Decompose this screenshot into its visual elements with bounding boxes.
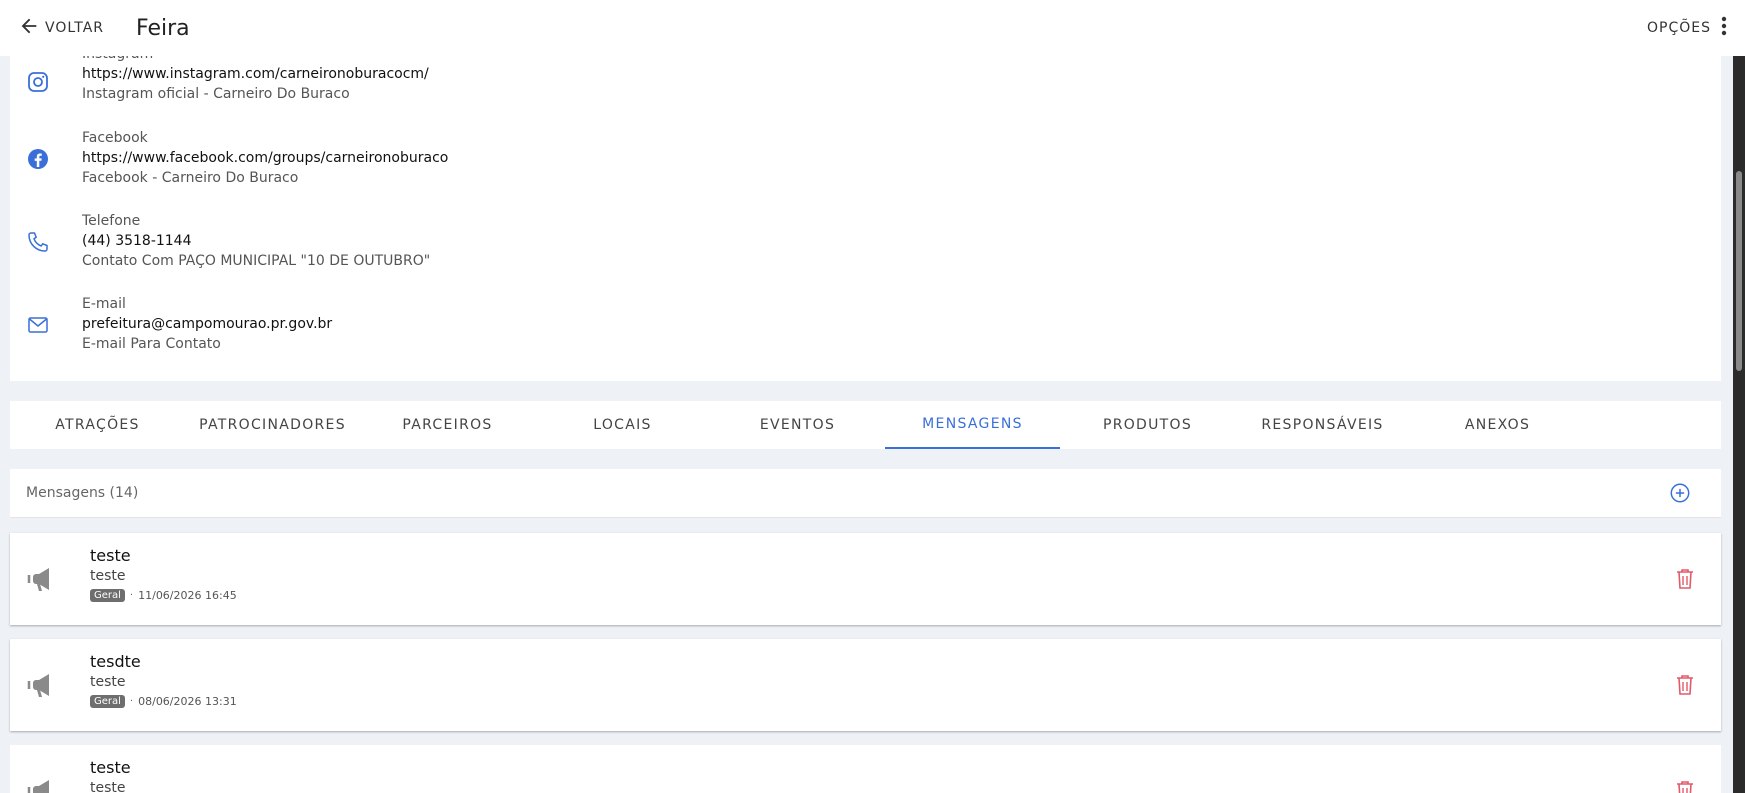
back-button[interactable]: VOLTAR: [18, 15, 104, 41]
message-body: teste: [90, 568, 126, 584]
contact-description: Instagram oficial - Carneiro Do Buraco: [82, 86, 350, 102]
scrollbar-thumb[interactable]: [1736, 171, 1742, 371]
contact-value[interactable]: prefeitura@campomourao.pr.gov.br: [82, 316, 332, 332]
mail-icon: [26, 313, 50, 337]
tab-mensagens[interactable]: MENSAGENS: [885, 401, 1060, 449]
message-body: teste: [90, 674, 126, 690]
messages-title: Mensagens (14): [26, 485, 139, 501]
arrow-left-icon: [18, 15, 40, 41]
tab-locais[interactable]: LOCAIS: [535, 401, 710, 449]
options-label: OPÇÕES: [1647, 20, 1711, 36]
contact-value[interactable]: (44) 3518-1144: [82, 233, 192, 249]
instagram-icon: [26, 70, 50, 94]
tab-responsaveis[interactable]: RESPONSÁVEIS: [1235, 401, 1410, 449]
message-meta: Geral · 11/06/2026 16:45: [90, 589, 237, 602]
scrollbar[interactable]: [1733, 56, 1745, 793]
contact-description: Contato Com PAÇO MUNICIPAL "10 DE OUTUBR…: [82, 253, 431, 269]
contact-label: E-mail: [82, 296, 126, 312]
page-title: Feira: [136, 15, 190, 41]
tab-bar: ATRAÇÕES PATROCINADORES PARCEIROS LOCAIS…: [10, 401, 1721, 449]
more-vertical-icon: [1721, 16, 1727, 40]
megaphone-icon: [26, 669, 58, 701]
message-item[interactable]: tesdte teste Geral · 08/06/2026 13:31: [10, 639, 1721, 731]
trash-icon[interactable]: [1674, 567, 1696, 591]
message-title: teste: [90, 546, 131, 565]
phone-icon: [26, 230, 50, 254]
contact-description: E-mail Para Contato: [82, 336, 221, 352]
category-badge: Geral: [90, 589, 125, 602]
separator-dot: ·: [129, 590, 134, 601]
contact-value[interactable]: https://www.facebook.com/groups/carneiro…: [82, 150, 448, 166]
tab-produtos[interactable]: PRODUTOS: [1060, 401, 1235, 449]
contact-value[interactable]: https://www.instagram.com/carneironobura…: [82, 66, 429, 82]
tab-eventos[interactable]: EVENTOS: [710, 401, 885, 449]
trash-icon[interactable]: [1674, 673, 1696, 697]
message-date: 11/06/2026 16:45: [138, 589, 237, 602]
message-title: tesdte: [90, 652, 141, 671]
trash-icon[interactable]: [1674, 779, 1696, 793]
contact-card: Instagram https://www.instagram.com/carn…: [10, 46, 1721, 381]
separator-dot: ·: [129, 696, 134, 707]
message-title: teste: [90, 758, 131, 777]
tab-anexos[interactable]: ANEXOS: [1410, 401, 1585, 449]
message-item[interactable]: teste teste: [10, 745, 1721, 793]
contact-label: Facebook: [82, 130, 148, 146]
message-meta: Geral · 08/06/2026 13:31: [90, 695, 237, 708]
message-date: 08/06/2026 13:31: [138, 695, 237, 708]
messages-header: Mensagens (14): [10, 469, 1721, 518]
contact-item-email: E-mail prefeitura@campomourao.pr.gov.br …: [10, 296, 1721, 366]
tab-parceiros[interactable]: PARCEIROS: [360, 401, 535, 449]
tab-patrocinadores[interactable]: PATROCINADORES: [185, 401, 360, 449]
message-body: teste: [90, 780, 126, 793]
tab-atracoes[interactable]: ATRAÇÕES: [10, 401, 185, 449]
add-circle-icon[interactable]: [1669, 482, 1691, 504]
contact-item-facebook: Facebook https://www.facebook.com/groups…: [10, 130, 1721, 200]
contact-item-instagram: Instagram https://www.instagram.com/carn…: [10, 46, 1721, 116]
megaphone-icon: [26, 775, 58, 793]
contact-description: Facebook - Carneiro Do Buraco: [82, 170, 299, 186]
facebook-icon: [26, 147, 50, 171]
contact-item-phone: Telefone (44) 3518-1144 Contato Com PAÇO…: [10, 213, 1721, 283]
back-label: VOLTAR: [45, 20, 104, 36]
top-app-bar: VOLTAR Feira OPÇÕES: [0, 0, 1745, 56]
contact-label: Telefone: [82, 213, 141, 229]
message-item[interactable]: teste teste Geral · 11/06/2026 16:45: [10, 533, 1721, 625]
options-button[interactable]: OPÇÕES: [1647, 0, 1727, 56]
category-badge: Geral: [90, 695, 125, 708]
megaphone-icon: [26, 563, 58, 595]
